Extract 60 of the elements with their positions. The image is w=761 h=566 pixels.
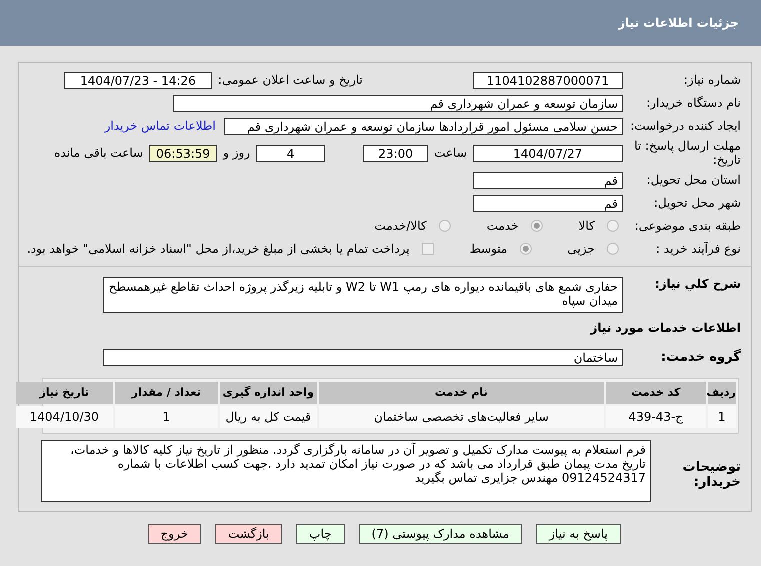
table-cell: سایر فعالیت‌های تخصصی ساختمان bbox=[319, 406, 604, 428]
option-label: کالا/خدمت bbox=[374, 219, 427, 233]
days-label: روز و bbox=[223, 146, 250, 160]
field-label: شهر محل تحویل: bbox=[653, 196, 742, 210]
table-cell: 1 bbox=[115, 406, 218, 428]
table-cell: 1 bbox=[708, 406, 736, 428]
payment-note: پرداخت تمام یا بخشی از مبلغ خرید،از محل "اسناد خزانه اسلامی" خواهد بود. bbox=[27, 242, 410, 256]
buyer-field: سازمان توسعه و عمران شهرداری قم bbox=[173, 94, 623, 112]
service-group-field: ساختمان bbox=[103, 348, 623, 366]
days-field: 4 bbox=[256, 144, 326, 162]
option-label: کالا bbox=[578, 219, 595, 233]
page-title: جزئیات اطلاعات نیاز bbox=[618, 16, 739, 30]
radio-button[interactable] bbox=[520, 243, 532, 255]
notes-textarea[interactable]: فرم استعلام به پیوست مدارک تکمیل و تصویر آن در سامانه بارگزاری گردد. منظور از تاریخ نیاز کلیه کالاها و خدمات، تاریخ مدت پیمان طبق قرارداد می باشد که در صورت نیاز امکان تمدید دارد .جهت کسب اطلاعات با شماره 09124524317 مهندس جزایری تماس بگیرید bbox=[41, 440, 651, 502]
radio-button[interactable] bbox=[438, 220, 451, 232]
option-label: جزیی bbox=[568, 242, 595, 256]
table-cell: قیمت کل به ریال bbox=[220, 406, 317, 428]
need-number-field: 1104102887000071 bbox=[473, 72, 623, 88]
buyer-contact-link[interactable]: اطلاعات تماس خریدار bbox=[104, 119, 216, 133]
deadline-date-field: 1404/07/27 bbox=[473, 144, 623, 162]
action-button[interactable]: چاپ bbox=[296, 524, 345, 544]
field-label: گروه خدمت: bbox=[660, 350, 742, 364]
table-cell: ج-43-439 bbox=[606, 406, 706, 428]
column-header: تعداد / مقدار bbox=[115, 382, 218, 404]
option-label: متوسط bbox=[470, 242, 508, 256]
field-label: توضیحات خریدار: bbox=[682, 460, 742, 490]
announce-date-field: 1404/07/23 - 14:26 bbox=[64, 72, 212, 88]
city-field: قم bbox=[473, 194, 623, 212]
checkbox[interactable] bbox=[422, 243, 434, 255]
column-header: کد خدمت bbox=[606, 382, 706, 404]
action-button[interactable]: بازگشت bbox=[215, 524, 282, 544]
radio-button[interactable] bbox=[607, 220, 619, 232]
action-button[interactable]: خروج bbox=[148, 524, 202, 544]
column-header: ردیف bbox=[708, 382, 736, 404]
section-heading: اطلاعات خدمات مورد نیاز bbox=[590, 321, 742, 335]
field-label: شماره نیاز: bbox=[683, 73, 742, 87]
column-header: تاریخ نیاز bbox=[16, 382, 113, 404]
field-label: استان محل تحویل: bbox=[646, 173, 742, 187]
field-label: ایجاد کننده درخواست: bbox=[629, 119, 742, 133]
table-cell: 1404/10/30 bbox=[16, 406, 113, 428]
radio-button[interactable] bbox=[607, 243, 619, 255]
field-label: طبقه بندی موضوعی: bbox=[634, 219, 742, 233]
field-label: شرح کلي نياز: bbox=[654, 277, 742, 291]
remaining-label: ساعت باقی مانده bbox=[54, 146, 144, 160]
creator-field: حسن سلامی مسئول امور قراردادها سازمان توسعه و عمران شهرداری قم bbox=[224, 118, 623, 134]
action-button[interactable]: مشاهده مدارک پیوستی (7) bbox=[358, 524, 522, 544]
field-label: تاریخ و ساعت اعلان عمومی: bbox=[218, 73, 363, 87]
field-label: مهلت ارسال پاسخ: تا تاریخ: bbox=[633, 139, 742, 167]
field-label: نام دستگاه خریدار: bbox=[646, 96, 742, 110]
field-label: نوع فرآیند خرید : bbox=[655, 242, 742, 256]
action-button[interactable]: پاسخ به نیاز bbox=[536, 524, 621, 544]
column-header: نام خدمت bbox=[319, 382, 604, 404]
time-label: ساعت bbox=[434, 146, 467, 160]
radio-button[interactable] bbox=[530, 220, 543, 232]
description-textarea[interactable]: حفاری شمع های باقیمانده دیواره های رمپ W1 تا W2 و تابلیه زیرگذر پروژه احداث تقاطع غیرهمسطح میدان سپاه bbox=[103, 277, 623, 313]
option-label: خدمت bbox=[486, 219, 519, 233]
deadline-time-field: 23:00 bbox=[363, 144, 428, 162]
remaining-time-field: 06:53:59 bbox=[149, 144, 218, 162]
province-field: قم bbox=[473, 172, 623, 188]
column-header: واحد اندازه گیری bbox=[220, 382, 317, 404]
